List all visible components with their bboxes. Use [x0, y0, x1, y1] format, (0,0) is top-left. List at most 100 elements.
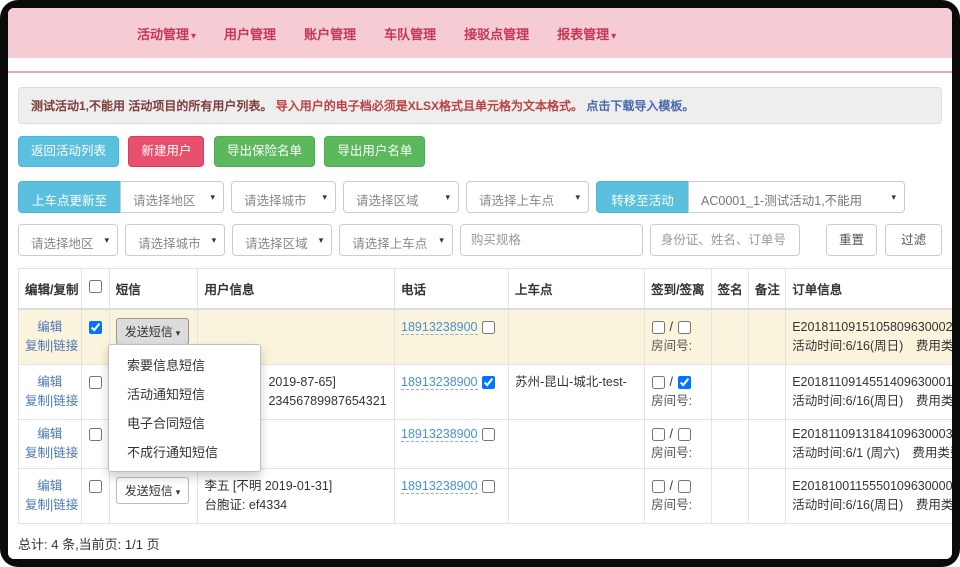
- download-template-link[interactable]: 点击下载导入模板。: [586, 99, 694, 113]
- export-insurance-button[interactable]: 导出保险名单: [214, 136, 315, 167]
- filter-row: 请选择地区▾ 请选择城市▾ 请选择区域▾ 请选择上车点▾ 重置 过滤: [18, 224, 942, 256]
- copy-link[interactable]: 复制|链接: [25, 496, 75, 515]
- order-id: E20181001155501096300005: [792, 477, 952, 496]
- phone-checkbox[interactable]: [482, 321, 495, 334]
- spec-input[interactable]: [460, 224, 643, 256]
- city-select[interactable]: 请选择城市▾: [231, 181, 336, 213]
- header-sign: 签到/签离: [645, 269, 712, 310]
- top-navbar: 活动管理▾ 用户管理 账户管理 车队管理 接驳点管理 报表管理▾: [8, 8, 952, 58]
- search-input[interactable]: [650, 224, 800, 256]
- district-select[interactable]: 请选择区域▾: [343, 181, 459, 213]
- phone-checkbox[interactable]: [482, 376, 495, 389]
- target-activity-select[interactable]: AC0001_1-测试活动1,不能用▾: [688, 181, 905, 213]
- caret-down-icon: ▾: [319, 235, 324, 246]
- edit-link[interactable]: 编辑: [25, 318, 75, 337]
- user-table-container: 编辑/复制 短信 用户信息 电话 上车点 签到/签离 签名 备注 订单信息 编辑…: [18, 268, 952, 524]
- transfer-to-activity-button[interactable]: 转移至活动: [596, 181, 688, 213]
- room-label: 房间号:: [651, 337, 705, 356]
- filter-city-select[interactable]: 请选择城市▾: [125, 224, 225, 256]
- header-phone: 电话: [395, 269, 509, 310]
- menu-item-activity-notice-sms[interactable]: 活动通知短信: [109, 379, 260, 408]
- update-pickup-button[interactable]: 上车点更新至: [18, 181, 120, 213]
- new-user-button[interactable]: 新建用户: [128, 136, 204, 167]
- menu-item-cancellation-notice-sms[interactable]: 不成行通知短信: [109, 437, 260, 466]
- phone-checkbox[interactable]: [482, 428, 495, 441]
- phone-link[interactable]: 18913238900: [401, 479, 477, 494]
- menu-item-econtract-sms[interactable]: 电子合同短信: [109, 408, 260, 437]
- checkout-checkbox[interactable]: [678, 376, 691, 389]
- caret-down-icon: ▾: [575, 192, 580, 203]
- menu-item-request-info-sms[interactable]: 索要信息短信: [109, 350, 260, 379]
- table-row: 编辑复制|链接 发送短信▾ 李五 [不明 2019-01-31]台胞证: ef4…: [19, 469, 953, 524]
- toolbar: 返回活动列表 新建用户 导出保险名单 导出用户名单: [18, 136, 942, 167]
- nav-item-account-mgmt[interactable]: 账户管理: [290, 24, 370, 43]
- filter-pickup-select[interactable]: 请选择上车点▾: [339, 224, 453, 256]
- room-label: 房间号:: [651, 444, 705, 463]
- copy-link[interactable]: 复制|链接: [25, 392, 75, 411]
- order-details: 活动时间:6/16(周日) 费用类型: [792, 392, 952, 411]
- phone-link[interactable]: 18913238900: [401, 427, 477, 442]
- nav-item-report-mgmt[interactable]: 报表管理▾: [543, 24, 630, 43]
- header-user-info: 用户信息: [198, 269, 395, 310]
- edit-link[interactable]: 编辑: [25, 373, 75, 392]
- reset-button[interactable]: 重置: [826, 224, 877, 256]
- row-checkbox[interactable]: [89, 428, 102, 441]
- pickup-cell: 苏州-昆山-城北-test-: [508, 365, 644, 420]
- checkout-checkbox[interactable]: [678, 480, 691, 493]
- pickup-point-select[interactable]: 请选择上车点▾: [466, 181, 589, 213]
- checkout-checkbox[interactable]: [678, 321, 691, 334]
- edit-link[interactable]: 编辑: [25, 477, 75, 496]
- header-sms: 短信: [109, 269, 198, 310]
- header-note: 备注: [748, 269, 785, 310]
- phone-checkbox[interactable]: [482, 480, 495, 493]
- order-id: E20181109131841096300031: [792, 425, 952, 444]
- send-sms-button[interactable]: 发送短信▾: [116, 477, 190, 504]
- checkin-checkbox[interactable]: [652, 321, 665, 334]
- room-label: 房间号:: [651, 496, 705, 515]
- region-select[interactable]: 请选择地区▾: [120, 181, 224, 213]
- note-cell: [748, 365, 785, 420]
- nav-item-fleet-mgmt[interactable]: 车队管理: [370, 24, 450, 43]
- header-order: 订单信息: [786, 269, 952, 310]
- edit-link[interactable]: 编辑: [25, 425, 75, 444]
- filter-button[interactable]: 过滤: [885, 224, 942, 256]
- order-id: E20181109151058096300025: [792, 318, 952, 337]
- send-sms-button[interactable]: 发送短信▾: [116, 318, 190, 345]
- signature-cell: [711, 309, 748, 365]
- copy-link[interactable]: 复制|链接: [25, 337, 75, 356]
- row-checkbox[interactable]: [89, 480, 102, 493]
- phone-link[interactable]: 18913238900: [401, 375, 477, 390]
- signature-cell: [711, 469, 748, 524]
- caret-down-icon: ▾: [439, 235, 444, 246]
- checkout-checkbox[interactable]: [678, 428, 691, 441]
- checkin-checkbox[interactable]: [652, 376, 665, 389]
- caret-down-icon: ▾: [891, 192, 896, 203]
- caret-down-icon: ▾: [212, 235, 217, 246]
- order-details: 活动时间:6/16(周日) 费用类型: [792, 496, 952, 515]
- pickup-transfer-row: 上车点更新至 请选择地区▾ 请选择城市▾ 请选择区域▾ 请选择上车点▾ 转移至活…: [18, 181, 942, 213]
- copy-link[interactable]: 复制|链接: [25, 444, 75, 463]
- filter-region-select[interactable]: 请选择地区▾: [18, 224, 118, 256]
- header-select-all: [81, 269, 109, 310]
- caret-down-icon: ▾: [191, 31, 196, 42]
- select-all-checkbox[interactable]: [89, 280, 102, 293]
- header-edit: 编辑/复制: [19, 269, 82, 310]
- signature-cell: [711, 420, 748, 469]
- checkin-checkbox[interactable]: [652, 428, 665, 441]
- order-details: 活动时间:6/16(周日) 费用类型: [792, 337, 952, 356]
- export-users-button[interactable]: 导出用户名单: [324, 136, 425, 167]
- back-to-activity-list-button[interactable]: 返回活动列表: [18, 136, 119, 167]
- note-cell: [748, 309, 785, 365]
- checkin-checkbox[interactable]: [652, 480, 665, 493]
- nav-item-activity-mgmt[interactable]: 活动管理▾: [123, 24, 210, 43]
- nav-item-shuttle-point-mgmt[interactable]: 接驳点管理: [450, 24, 543, 43]
- alert-format-text: 导入用户的电子档必须是XLSX格式且单元格为文本格式。: [276, 99, 583, 113]
- room-label: 房间号:: [651, 392, 705, 411]
- row-checkbox[interactable]: [89, 321, 102, 334]
- row-checkbox[interactable]: [89, 376, 102, 389]
- nav-item-user-mgmt[interactable]: 用户管理: [210, 24, 290, 43]
- filter-district-select[interactable]: 请选择区域▾: [232, 224, 332, 256]
- app-window: 活动管理▾ 用户管理 账户管理 车队管理 接驳点管理 报表管理▾ 测试活动1,不…: [8, 8, 952, 559]
- phone-link[interactable]: 18913238900: [401, 320, 477, 335]
- pickup-cell: [508, 309, 644, 365]
